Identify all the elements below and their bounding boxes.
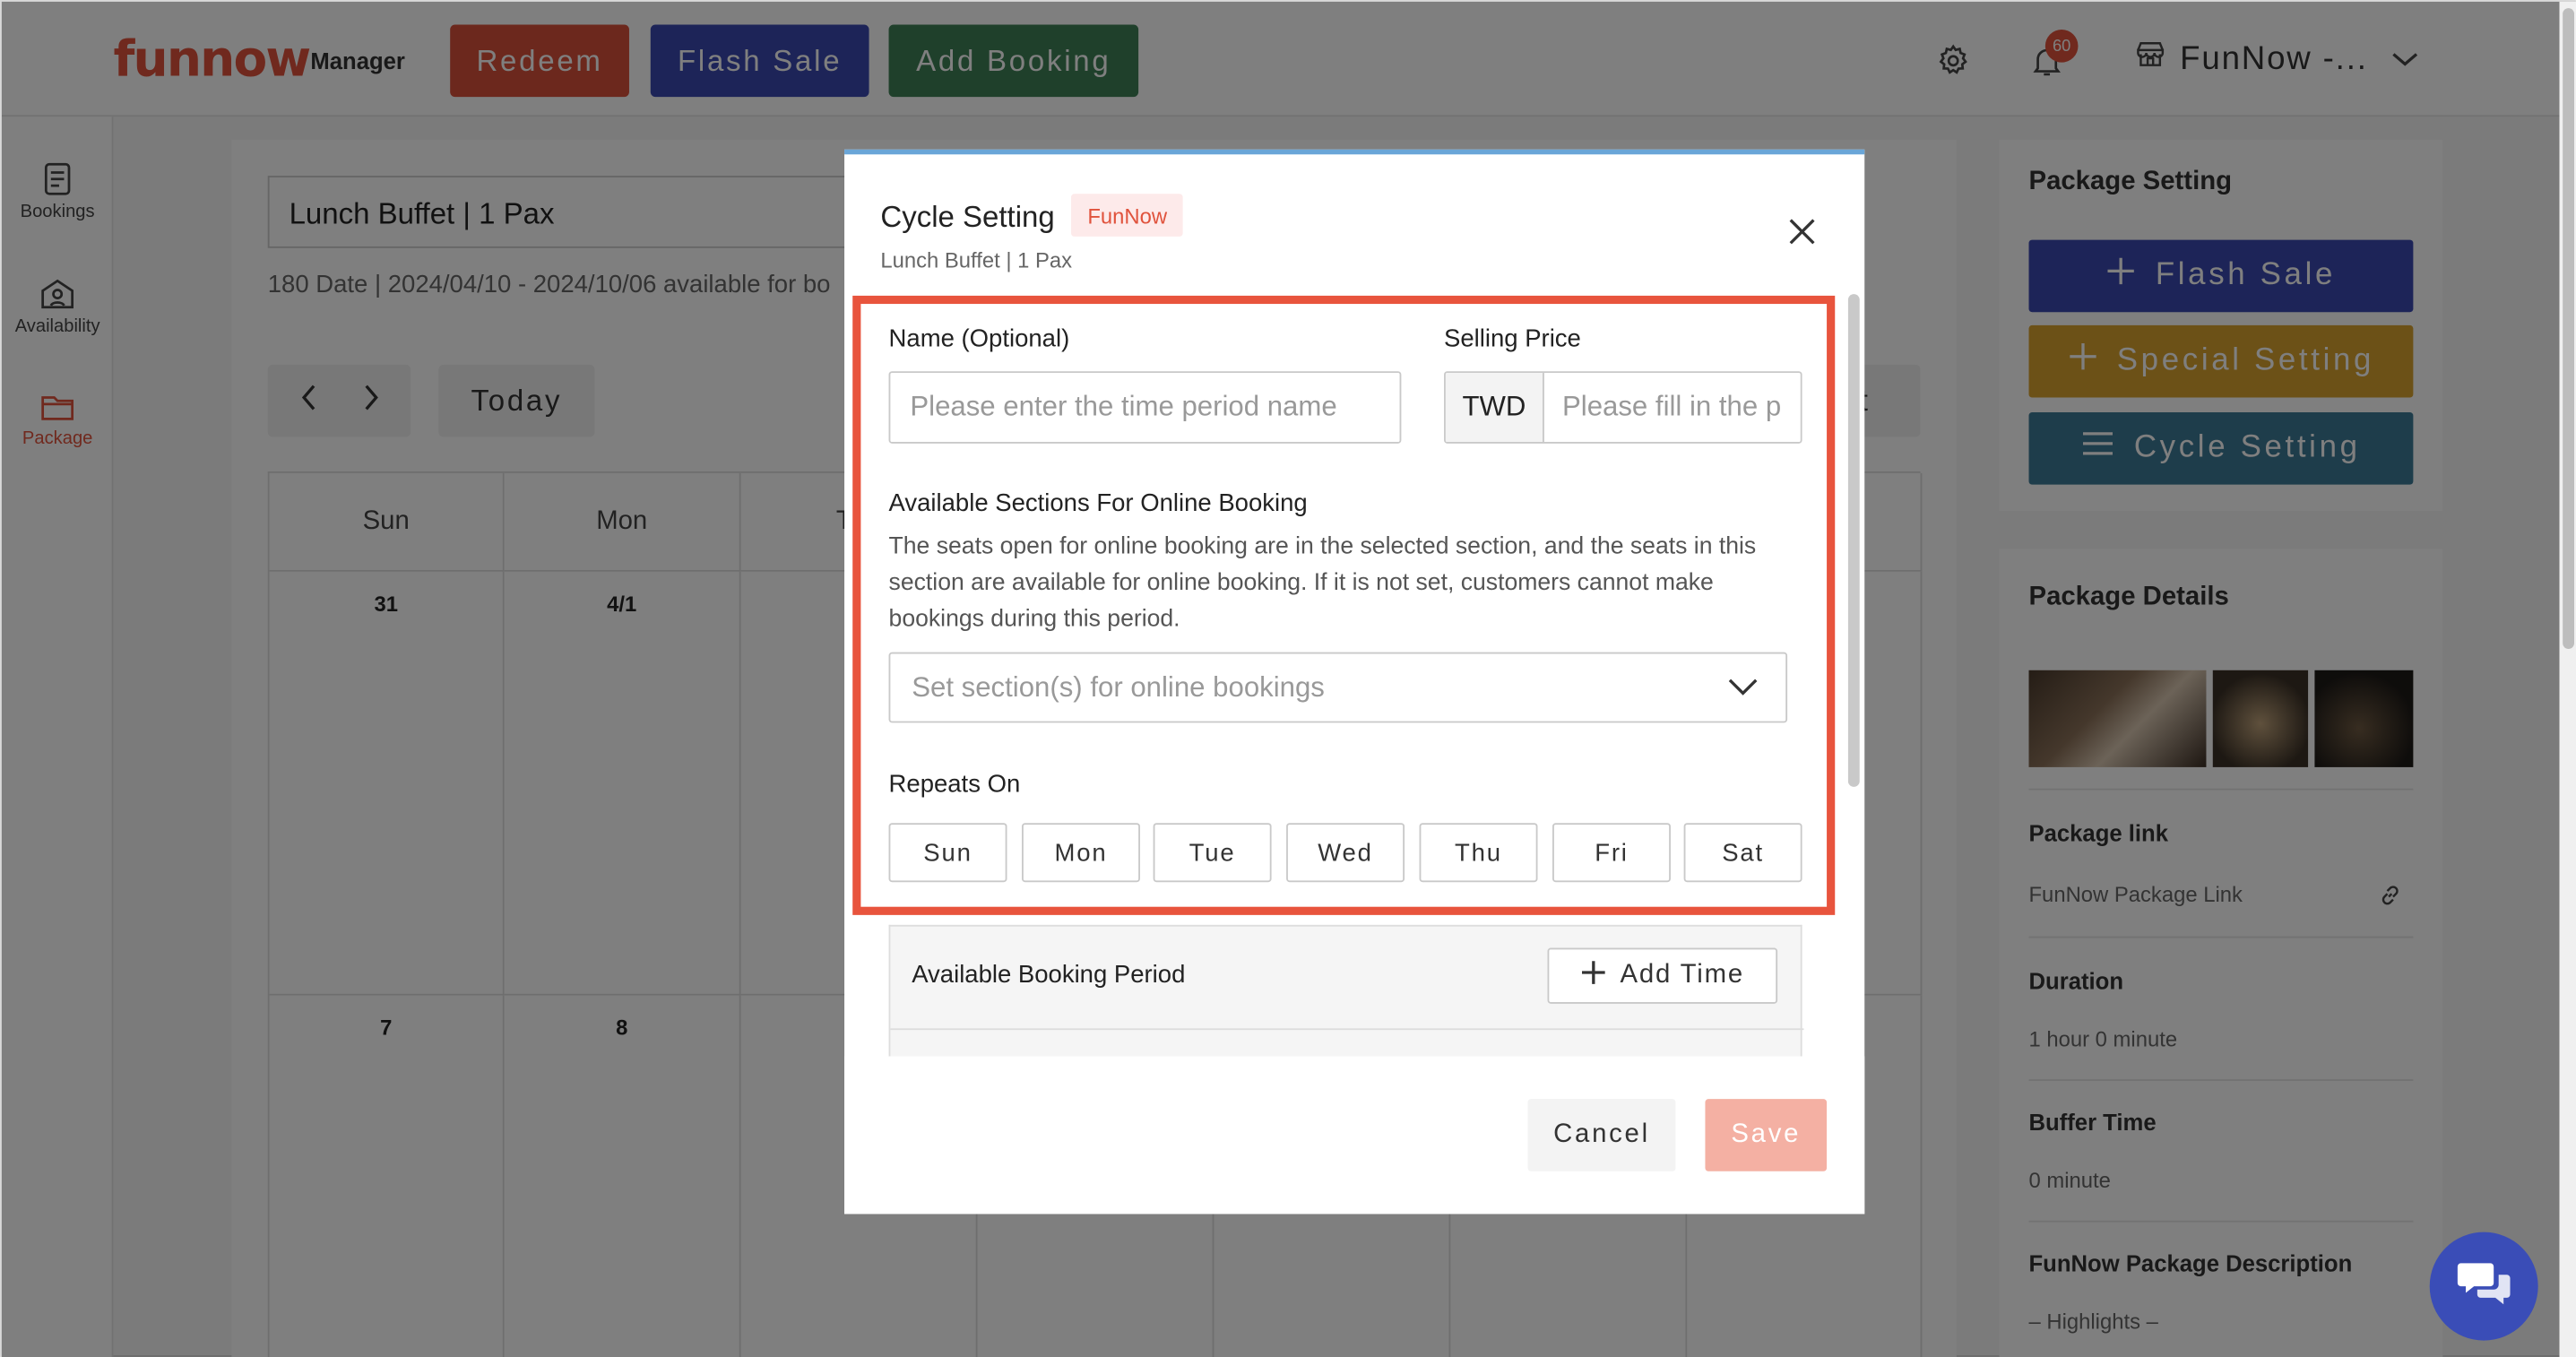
plus-icon [1581, 958, 1607, 992]
scrollbar-thumb[interactable] [1847, 294, 1860, 787]
save-button[interactable]: Save [1705, 1099, 1828, 1171]
close-icon[interactable] [1787, 217, 1817, 255]
chat-icon [2456, 1258, 2511, 1315]
modal-subtitle: Lunch Buffet | 1 Pax [880, 247, 1073, 273]
cancel-button[interactable]: Cancel [1527, 1099, 1676, 1171]
chat-button[interactable] [2429, 1232, 2538, 1341]
page-scrollbar[interactable] [2559, 1, 2576, 1357]
funnow-tag: FunNow [1070, 194, 1184, 237]
modal-title: Cycle Setting [880, 200, 1055, 234]
booking-period-label: Available Booking Period [912, 961, 1186, 990]
divider [890, 1028, 1804, 1031]
add-time-label: Add Time [1620, 961, 1745, 990]
add-time-button[interactable]: Add Time [1547, 947, 1778, 1004]
scrollbar-thumb[interactable] [2563, 8, 2574, 649]
highlight-box [852, 295, 1836, 915]
modal-scrollbar[interactable] [1846, 294, 1862, 1057]
app-page: funnow Manager Redeem Flash Sale Add Boo… [0, 0, 2576, 1357]
